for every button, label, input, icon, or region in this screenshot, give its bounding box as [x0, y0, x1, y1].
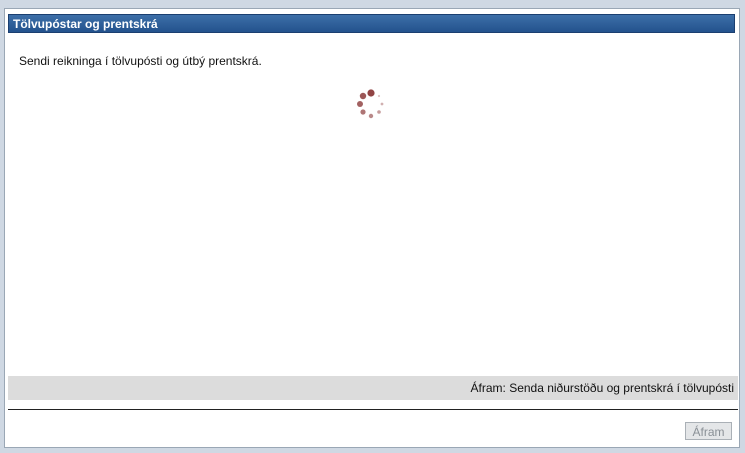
status-text: Áfram: Senda niðurstöðu og prentskrá í t…	[470, 381, 734, 395]
next-button[interactable]: Áfram	[685, 422, 732, 440]
status-bar: Áfram: Senda niðurstöðu og prentskrá í t…	[8, 376, 738, 400]
dialog-title: Tölvupóstar og prentskrá	[13, 17, 158, 31]
dialog-titlebar: Tölvupóstar og prentskrá	[8, 14, 735, 33]
progress-message: Sendi reikninga í tölvupósti og útbý pre…	[19, 54, 262, 68]
divider	[8, 409, 738, 410]
loading-spinner-icon	[357, 89, 384, 119]
dialog-window: Tölvupóstar og prentskrá Sendi reikninga…	[4, 8, 740, 448]
